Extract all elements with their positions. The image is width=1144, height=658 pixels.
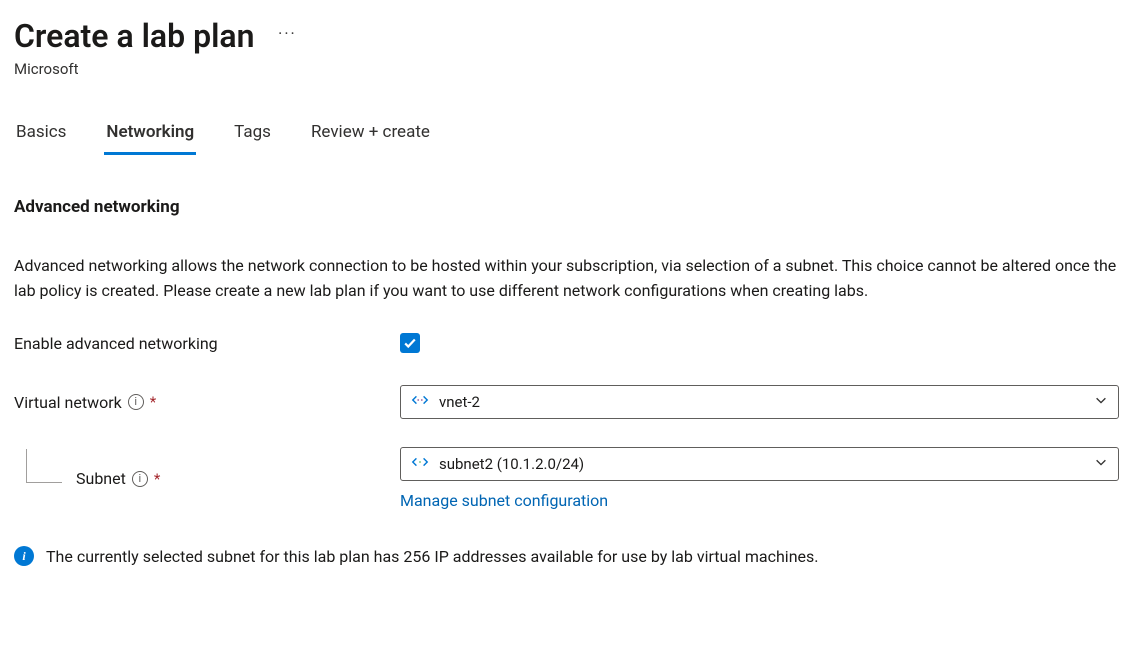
virtual-network-value: vnet-2 [439, 393, 1084, 411]
row-subnet: Subnet i * subnet2 (10.1.2.0/24) Manage … [14, 447, 1119, 510]
check-icon [403, 336, 417, 350]
page-header: Create a lab plan ··· Microsoft [14, 18, 1130, 78]
section-heading: Advanced networking [14, 197, 1130, 217]
tab-basics[interactable]: Basics [14, 122, 68, 155]
info-icon[interactable]: i [128, 394, 144, 410]
page-subtitle: Microsoft [14, 60, 1130, 78]
form-area: Enable advanced networking Virtual netwo… [14, 333, 1119, 510]
subnet-info-text: The currently selected subnet for this l… [46, 547, 819, 566]
required-indicator: * [154, 470, 160, 488]
chevron-down-icon [1094, 455, 1108, 473]
subnet-label: Subnet [76, 469, 126, 488]
info-icon[interactable]: i [132, 471, 148, 487]
subnet-dropdown[interactable]: subnet2 (10.1.2.0/24) [400, 447, 1119, 481]
vnet-icon [411, 391, 429, 413]
virtual-network-label: Virtual network [14, 393, 122, 412]
page-title: Create a lab plan [14, 18, 254, 54]
enable-advanced-networking-checkbox[interactable] [400, 333, 420, 353]
tab-review-create[interactable]: Review + create [309, 122, 432, 155]
tab-bar: Basics Networking Tags Review + create [14, 122, 1130, 155]
row-virtual-network: Virtual network i * vnet-2 [14, 385, 1119, 419]
info-badge-icon: i [14, 546, 34, 566]
tree-connector [26, 449, 62, 483]
chevron-down-icon [1094, 393, 1108, 411]
virtual-network-dropdown[interactable]: vnet-2 [400, 385, 1119, 419]
subnet-label-group: Subnet i * [14, 469, 400, 488]
subnet-icon [411, 453, 429, 475]
tab-networking[interactable]: Networking [104, 122, 196, 155]
subnet-info-message: i The currently selected subnet for this… [14, 546, 1130, 566]
enable-advanced-networking-label: Enable advanced networking [14, 334, 400, 353]
virtual-network-label-group: Virtual network i * [14, 393, 400, 412]
section-description: Advanced networking allows the network c… [14, 253, 1130, 303]
tab-tags[interactable]: Tags [232, 122, 273, 155]
manage-subnet-link[interactable]: Manage subnet configuration [400, 491, 608, 510]
required-indicator: * [150, 393, 156, 411]
subnet-value: subnet2 (10.1.2.0/24) [439, 455, 1084, 473]
row-enable-advanced-networking: Enable advanced networking [14, 333, 1119, 353]
more-actions-button[interactable]: ··· [278, 24, 297, 43]
